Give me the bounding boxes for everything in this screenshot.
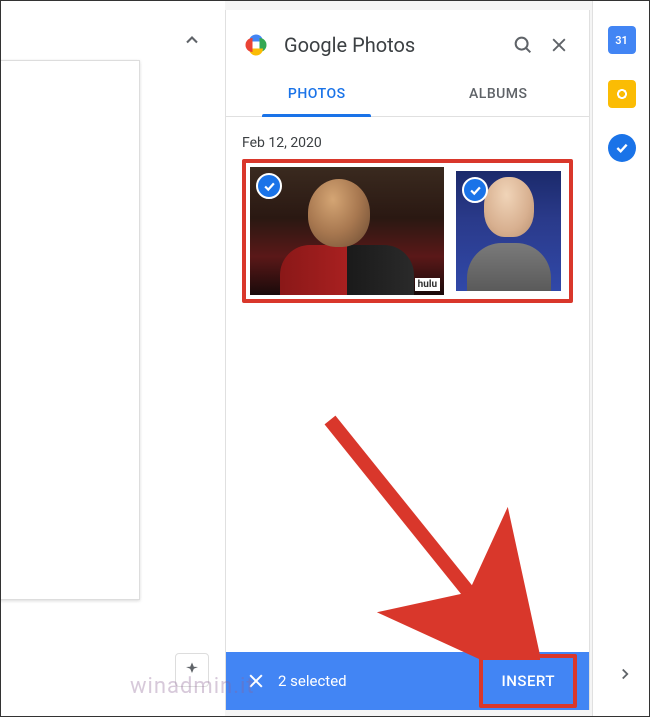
calendar-icon[interactable]: 31 (608, 26, 636, 54)
selection-count: 2 selected (278, 672, 479, 690)
selection-bar: 2 selected INSERT (226, 652, 589, 710)
addons-rail: 31 (592, 0, 650, 717)
google-photos-sidepanel: Google Photos PHOTOS ALBUMS Feb 12, 2020… (225, 10, 590, 710)
selected-check-icon[interactable] (256, 173, 282, 199)
panel-tabs: PHOTOS ALBUMS (226, 72, 589, 117)
photo-thumbnail[interactable] (452, 167, 565, 295)
tasks-icon[interactable] (608, 134, 636, 162)
photo-content (484, 177, 534, 237)
deselect-close-icon[interactable] (238, 663, 274, 699)
keep-icon[interactable] (608, 80, 636, 108)
tab-albums[interactable]: ALBUMS (408, 72, 590, 116)
photo-content (467, 243, 551, 291)
explore-button[interactable] (175, 653, 209, 687)
source-badge: hulu (415, 278, 440, 291)
insert-button[interactable]: INSERT (479, 654, 577, 708)
panel-title: Google Photos (284, 33, 505, 57)
document-background (0, 0, 225, 717)
collapse-chevron-icon[interactable] (182, 30, 202, 54)
date-group-label: Feb 12, 2020 (242, 135, 573, 151)
photo-content (280, 245, 414, 295)
close-icon[interactable] (541, 27, 577, 63)
chevron-right-icon[interactable] (616, 665, 634, 687)
selected-check-icon[interactable] (462, 177, 488, 203)
search-icon[interactable] (505, 27, 541, 63)
photo-grid-highlight: hulu (242, 159, 573, 303)
photos-list: Feb 12, 2020 hulu (226, 117, 589, 710)
panel-header: Google Photos (226, 10, 589, 68)
photo-content (308, 179, 370, 247)
tab-photos[interactable]: PHOTOS (226, 72, 408, 116)
photo-thumbnail[interactable]: hulu (250, 167, 444, 295)
google-photos-logo-icon (242, 31, 270, 59)
document-page[interactable] (0, 60, 140, 600)
